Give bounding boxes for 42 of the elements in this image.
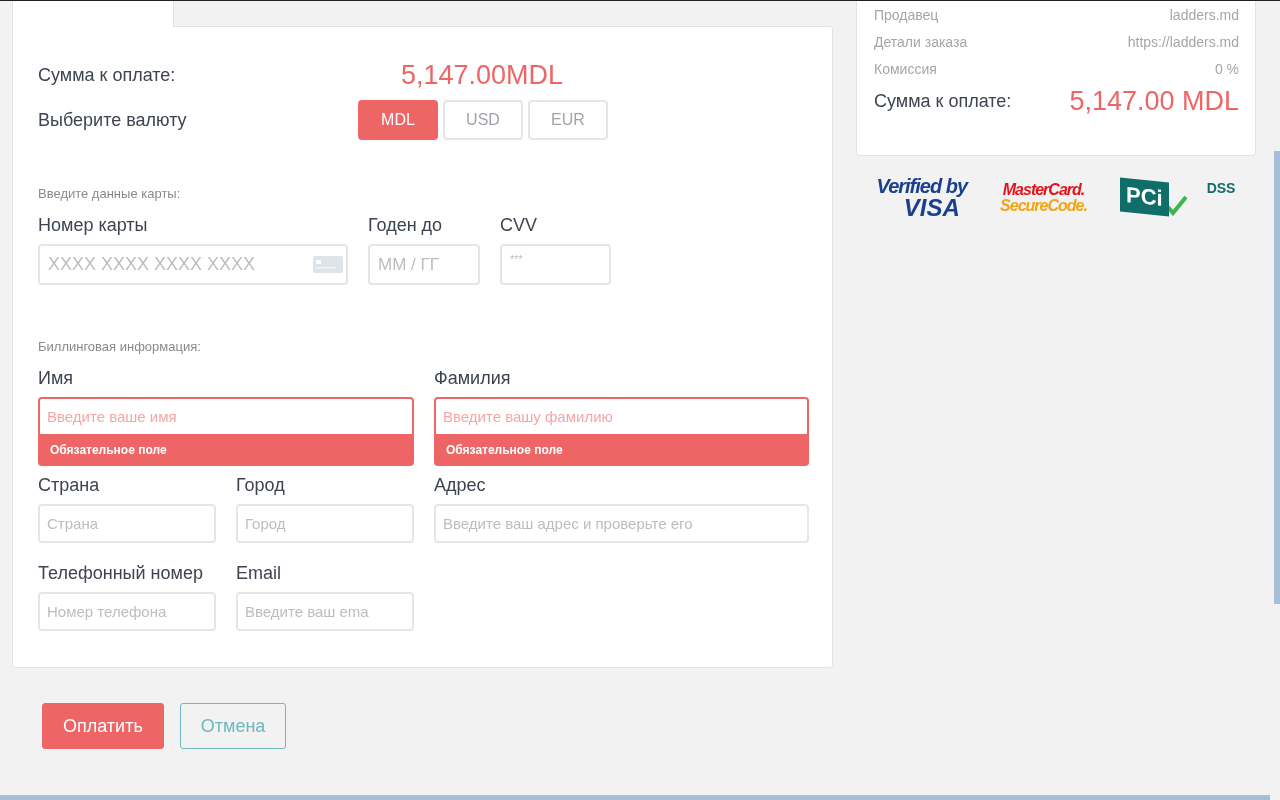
section-title: Введите данные карты: [38,186,182,202]
field-label: Номер карты [38,214,149,236]
scrollbar[interactable] [1274,151,1280,604]
amount-value: 5,147.00MDL [399,59,565,91]
field-label: Адрес [434,474,487,496]
input-field[interactable]: Введите вашу фамилию [434,397,809,436]
field-label: Город [236,474,286,496]
cancel-button[interactable]: Отмена [179,703,287,749]
summary-label: Детали заказа [874,33,968,50]
mastercard-securecode-logo: MasterCard. SecureCode. [1000,182,1087,214]
section-title: Биллинговая информация: [38,339,202,355]
summary-label: Продавец [874,6,939,23]
cvv-field[interactable]: *** [500,244,611,285]
pci-dss-logo: PCi DSS [1120,180,1236,216]
card-icon [313,256,343,273]
field-label: Страна [38,474,101,496]
error-message: Обязательное поле [434,436,809,466]
currency-label: Выберите валюту [38,109,188,131]
field-label: Годен до [368,214,444,236]
summary-label: Комиссия [874,60,937,77]
field-label: CVV [500,214,538,236]
total-value: 5,147.00 MDL [1069,85,1239,117]
input-field[interactable]: Введите ваше имя [38,397,414,436]
amount-label: Сумма к оплате: [38,64,177,86]
summary-value: 0 % [1214,60,1239,77]
currency-button[interactable]: MDL [358,100,438,140]
total-label: Сумма к оплате: [874,90,1012,112]
blank-tab[interactable] [12,1,174,27]
field-label: Email [236,562,282,584]
expiry-field[interactable]: ММ / ГГ [368,244,480,285]
field-label: Телефонный номер [38,562,204,584]
card-number-field[interactable]: XXXX XXXX XXXX XXXX [38,244,348,285]
field-label: Имя [38,367,75,389]
scrollbar[interactable] [0,795,1270,800]
summary-value: ladders.md [1169,6,1239,23]
pay-button[interactable]: Оплатить [42,703,164,749]
error-message: Обязательное поле [38,436,414,466]
verified-by-visa-logo: Verified by VISA [876,176,968,220]
summary-value: https://ladders.md [1127,33,1239,50]
currency-button[interactable]: USD [443,100,523,140]
currency-button[interactable]: EUR [528,100,608,140]
field-label: Фамилия [434,367,512,389]
